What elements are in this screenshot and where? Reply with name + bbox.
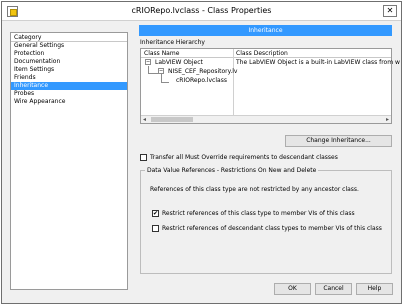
close-button[interactable]: ✕: [383, 5, 397, 17]
tree-line: [148, 73, 158, 74]
cancel-button[interactable]: Cancel: [315, 283, 352, 295]
scroll-left-icon[interactable]: ◂: [143, 116, 146, 123]
column-header-class-name[interactable]: Class Name: [144, 50, 179, 57]
tree-row-labview-object[interactable]: LabVIEW Object: [155, 59, 203, 66]
category-inheritance[interactable]: Inheritance: [11, 82, 127, 90]
category-friends[interactable]: Friends: [11, 74, 127, 82]
category-probes[interactable]: Probes: [11, 90, 127, 98]
category-item-settings[interactable]: Item Settings: [11, 66, 127, 74]
horizontal-scrollbar[interactable]: ◂ ▸: [141, 115, 391, 123]
ok-button[interactable]: OK: [274, 283, 311, 295]
scroll-right-icon[interactable]: ▸: [386, 116, 389, 123]
column-divider: [233, 49, 234, 115]
restrict-descendant-checkbox[interactable]: [152, 225, 159, 232]
restrict-descendant-label: Restrict references of descendant class …: [162, 225, 382, 232]
section-title: Inheritance: [139, 25, 392, 36]
restrict-this-class-checkbox[interactable]: ✔: [152, 210, 159, 217]
tree-row-nise-cef-repository[interactable]: NISE_CEF_Repository.lv: [168, 68, 237, 75]
category-header: Category: [11, 33, 127, 42]
dvr-group-title: Data Value References - Restrictions On …: [145, 167, 319, 174]
collapse-toggle-icon[interactable]: −: [158, 68, 164, 74]
table-header: Class Name Class Description: [141, 49, 391, 58]
window-title: cRIORepo.lvclass - Class Properties: [131, 6, 272, 15]
tree-line: [161, 82, 169, 83]
inheritance-table[interactable]: Class Name Class Description − LabVIEW O…: [140, 48, 400, 124]
transfer-must-override-checkbox[interactable]: [140, 154, 147, 161]
transfer-must-override-label: Transfer all Must Override requirements …: [150, 154, 338, 161]
dvr-note: References of this class type are not re…: [150, 186, 359, 193]
change-inheritance-button[interactable]: Change Inheritance...: [285, 135, 392, 147]
category-documentation[interactable]: Documentation: [11, 58, 127, 66]
category-wire-appearance[interactable]: Wire Appearance: [11, 98, 127, 106]
help-button[interactable]: Help: [356, 283, 393, 295]
title-bar: cRIORepo.lvclass - Class Properties ✕: [2, 2, 401, 21]
class-properties-window: cRIORepo.lvclass - Class Properties ✕ Ca…: [1, 1, 402, 304]
scroll-thumb[interactable]: [151, 117, 193, 122]
restrict-this-class-label: Restrict references of this class type t…: [162, 210, 355, 217]
collapse-toggle-icon[interactable]: −: [145, 59, 151, 65]
dvr-restrictions-group: Data Value References - Restrictions On …: [140, 167, 392, 274]
inheritance-hierarchy-label: Inheritance Hierarchy: [140, 39, 205, 46]
column-header-class-description[interactable]: Class Description: [236, 50, 288, 57]
tree-row-criorepo[interactable]: cRIORepo.lvclass: [176, 77, 227, 84]
tree-row-description: The LabVIEW Object is a built-in LabVIEW…: [236, 59, 400, 66]
category-list[interactable]: Category General Settings Protection Doc…: [10, 32, 128, 290]
category-general-settings[interactable]: General Settings: [11, 42, 127, 50]
category-protection[interactable]: Protection: [11, 50, 127, 58]
